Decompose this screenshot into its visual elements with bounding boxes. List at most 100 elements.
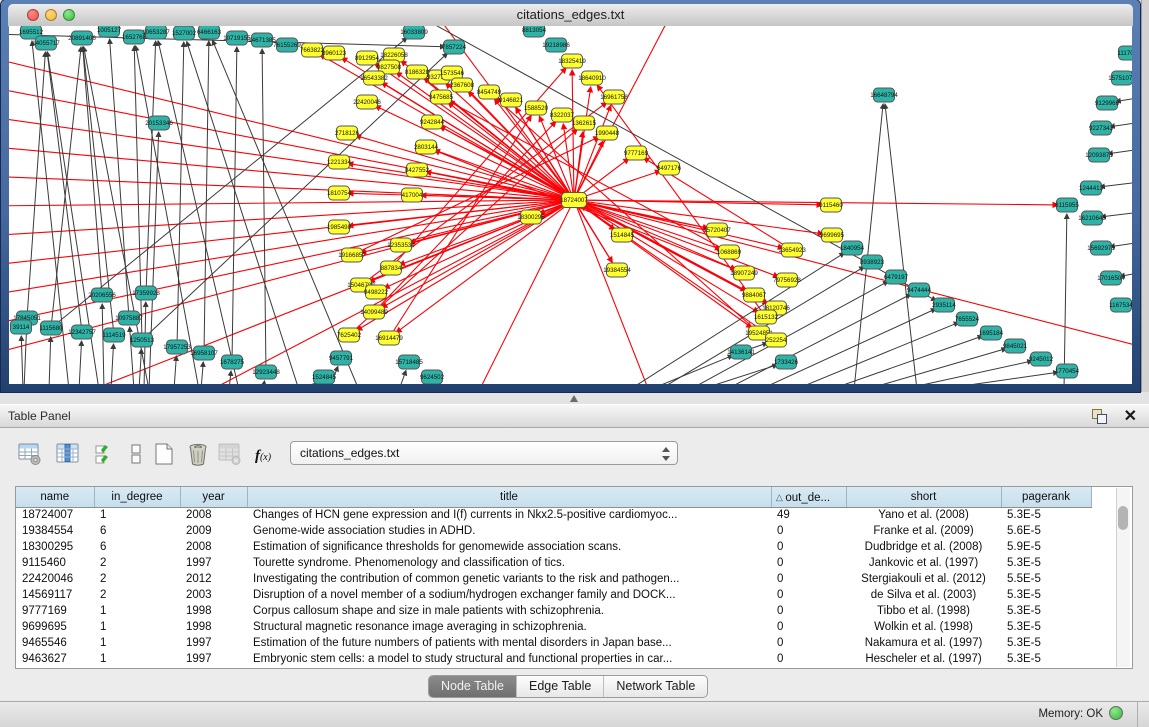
- graph-node[interactable]: 10719155: [223, 31, 251, 45]
- table-cell[interactable]: 9463627: [16, 651, 94, 667]
- table-cell[interactable]: 6: [94, 523, 180, 539]
- graph-node[interactable]: 1167534: [1109, 298, 1132, 312]
- table-row[interactable]: 1872400712008Changes of HCN gene express…: [16, 507, 1091, 523]
- table-cell[interactable]: Stergiakouli et al. (2012): [846, 571, 1001, 587]
- graph-node[interactable]: 8115955: [1055, 198, 1079, 212]
- graph-node[interactable]: 14055717: [32, 36, 60, 50]
- graph-node[interactable]: 9474444: [907, 283, 932, 297]
- table-cell[interactable]: 0: [771, 555, 846, 571]
- graph-edge[interactable]: [574, 200, 779, 277]
- select-rows-icon[interactable]: [92, 440, 120, 468]
- table-cell[interactable]: 18724007: [16, 507, 94, 523]
- table-selector-dropdown[interactable]: citations_edges.txt: [290, 441, 678, 465]
- row-height-icon[interactable]: [122, 440, 150, 468]
- graph-node[interactable]: 20891406: [68, 31, 96, 45]
- float-panel-icon[interactable]: [1092, 409, 1107, 424]
- table-cell[interactable]: Genome-wide association studies in ADHD.: [247, 523, 771, 539]
- graph-node[interactable]: 19384554: [603, 263, 631, 277]
- graph-node[interactable]: 16958107: [190, 346, 218, 360]
- graph-node[interactable]: 19166857: [338, 248, 366, 262]
- table-cell[interactable]: 2008: [180, 507, 247, 523]
- graph-node[interactable]: 7625402: [337, 328, 362, 342]
- graph-node[interactable]: 8322037: [550, 108, 575, 122]
- column-header-short[interactable]: short: [846, 487, 1001, 507]
- graph-node[interactable]: 15718485: [395, 355, 423, 369]
- graph-node[interactable]: 1244413: [1079, 181, 1104, 195]
- graph-node[interactable]: 13654923: [778, 243, 806, 257]
- graph-node[interactable]: 417004: [402, 188, 423, 202]
- table-cell[interactable]: 9465546: [16, 635, 94, 651]
- table-cell[interactable]: Tibbo et al. (1998): [846, 603, 1001, 619]
- graph-node[interactable]: 9457791: [329, 351, 354, 365]
- graph-edge[interactable]: [1064, 214, 1067, 384]
- graph-node[interactable]: 8427552: [405, 163, 430, 177]
- graph-node[interactable]: 10975887: [115, 311, 143, 325]
- graph-node[interactable]: 9227343: [1089, 121, 1114, 135]
- graph-node[interactable]: 1115680: [39, 321, 63, 335]
- graph-node[interactable]: 8912954: [355, 51, 380, 65]
- table-cell[interactable]: 1: [94, 651, 180, 667]
- graph-node[interactable]: 15692971: [1087, 241, 1115, 255]
- graph-node[interactable]: 9146821: [499, 93, 524, 107]
- graph-node[interactable]: 1527002: [172, 26, 197, 40]
- table-cell[interactable]: Estimation of the future numbers of pati…: [247, 635, 771, 651]
- graph-node[interactable]: 17359928: [132, 286, 160, 300]
- graph-node[interactable]: 1250513: [130, 333, 155, 347]
- graph-node[interactable]: 18325419: [558, 54, 586, 68]
- graph-node[interactable]: 20206556: [88, 288, 116, 302]
- table-cell[interactable]: 1997: [180, 651, 247, 667]
- table-row[interactable]: 1830029562008Estimation of significance …: [16, 539, 1091, 555]
- tab-node-table[interactable]: Node Table: [429, 676, 517, 697]
- graph-node[interactable]: 14136141: [727, 345, 755, 359]
- graph-edge[interactable]: [699, 365, 777, 384]
- graph-edge[interactable]: [399, 370, 406, 384]
- graph-node[interactable]: 1810754: [327, 186, 352, 200]
- graph-node[interactable]: 6479197: [884, 270, 909, 284]
- table-cell[interactable]: Embryonic stem cells: a model to study s…: [247, 651, 771, 667]
- graph-node[interactable]: 16543382: [360, 71, 388, 85]
- window-titlebar[interactable]: citations_edges.txt: [8, 4, 1133, 27]
- graph-node[interactable]: 22420046: [353, 95, 381, 109]
- graph-node[interactable]: 1990448: [595, 126, 620, 140]
- table-cell[interactable]: 1: [94, 603, 180, 619]
- graph-node[interactable]: 19218986: [542, 38, 570, 52]
- table-cell[interactable]: 0: [771, 603, 846, 619]
- graph-node[interactable]: 1005127: [97, 26, 122, 37]
- column-selector-icon[interactable]: [54, 440, 82, 468]
- table-cell[interactable]: 0: [771, 539, 846, 555]
- graph-edge[interactable]: [229, 371, 231, 384]
- graph-node[interactable]: 18300295: [517, 210, 545, 224]
- graph-node[interactable]: 12923448: [252, 365, 280, 379]
- scrollbar-thumb[interactable]: [1118, 506, 1128, 530]
- graph-node[interactable]: 1117054: [1117, 46, 1132, 60]
- graph-edge[interactable]: [79, 341, 82, 384]
- graph-node[interactable]: 1362615: [572, 116, 597, 130]
- graph-node[interactable]: 8813054: [522, 26, 547, 37]
- graph-node[interactable]: 1678275: [220, 355, 245, 369]
- table-scrollbar[interactable]: [1116, 488, 1130, 667]
- graph-node[interactable]: 12093871: [1085, 148, 1113, 162]
- network-canvas[interactable]: 1695512140557172089140610051271652768106…: [9, 26, 1132, 384]
- column-header-pagerank[interactable]: pagerank: [1001, 487, 1091, 507]
- table-row[interactable]: 946362711997Embryonic stem cells: a mode…: [16, 651, 1091, 667]
- column-header-name[interactable]: name: [16, 487, 94, 507]
- graph-node[interactable]: 7663822: [300, 43, 325, 57]
- table-cell[interactable]: 0: [771, 571, 846, 587]
- graph-node[interactable]: 16914479: [375, 331, 403, 345]
- table-cell[interactable]: 5.5E-5: [1001, 571, 1091, 587]
- graph-edge[interactable]: [187, 42, 299, 384]
- graph-edge[interactable]: [102, 304, 104, 384]
- table-cell[interactable]: 2012: [180, 571, 247, 587]
- column-header-year[interactable]: year: [180, 487, 247, 507]
- graph-node[interactable]: 1615132: [754, 310, 779, 324]
- table-cell[interactable]: Nakamura et al. (1997): [846, 635, 1001, 651]
- graph-node[interactable]: 8938923: [860, 255, 885, 269]
- graph-edge[interactable]: [574, 26, 669, 200]
- table-cell[interactable]: 5.9E-5: [1001, 539, 1091, 555]
- graph-node[interactable]: 2367608: [450, 78, 475, 92]
- table-cell[interactable]: 0: [771, 587, 846, 603]
- table-cell[interactable]: Franke et al. (2009): [846, 523, 1001, 539]
- table-row[interactable]: 911546021997Tourette syndrome. Phenomeno…: [16, 555, 1091, 571]
- graph-node[interactable]: 39114: [11, 320, 32, 334]
- graph-node[interactable]: 20153346: [145, 116, 173, 130]
